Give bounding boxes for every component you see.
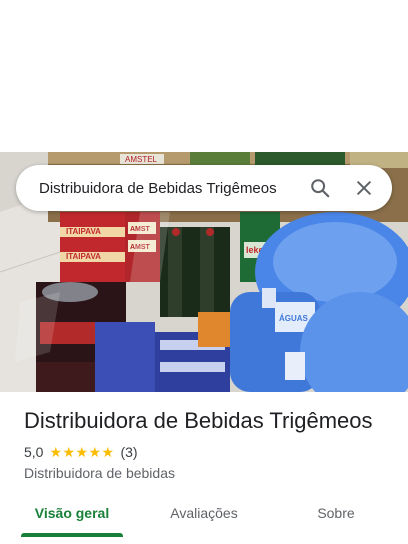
star-icon: ★	[62, 444, 76, 460]
star-icon: ★	[101, 444, 115, 460]
star-icon: ★	[75, 444, 89, 460]
tab-overview[interactable]: Visão geral	[21, 500, 123, 530]
rating-row[interactable]: 5,0 ★ ★ ★ ★ ★ (3)	[24, 444, 138, 460]
place-category: Distribuidora de bebidas	[24, 465, 175, 481]
star-rating: ★ ★ ★ ★ ★	[49, 445, 114, 459]
shelf-label: ÁGUAS	[279, 314, 309, 323]
tab-about[interactable]: Sobre	[296, 500, 376, 530]
star-icon: ★	[88, 444, 102, 460]
search-icon	[311, 179, 330, 198]
rating-value: 5,0	[24, 444, 44, 460]
shelf-label: ITAIPAVA	[66, 227, 101, 236]
search-button[interactable]	[300, 168, 340, 208]
search-bar[interactable]: Distribuidora de Bebidas Trigêmeos	[16, 165, 392, 211]
tab-reviews[interactable]: Avaliações	[150, 500, 258, 530]
close-icon	[357, 181, 371, 195]
review-count[interactable]: (3)	[120, 444, 137, 460]
clear-search-button[interactable]	[344, 168, 384, 208]
active-tab-indicator	[21, 533, 123, 537]
shelf-label: ITAIPAVA	[66, 252, 101, 261]
place-title: Distribuidora de Bebidas Trigêmeos	[24, 408, 373, 433]
map-area-blank	[0, 0, 408, 152]
place-tabs: Visão geral Avaliações Sobre	[0, 500, 408, 544]
star-icon: ★	[49, 444, 63, 460]
shelf-label: AMSTEL	[125, 155, 158, 164]
search-input[interactable]: Distribuidora de Bebidas Trigêmeos	[39, 180, 300, 197]
